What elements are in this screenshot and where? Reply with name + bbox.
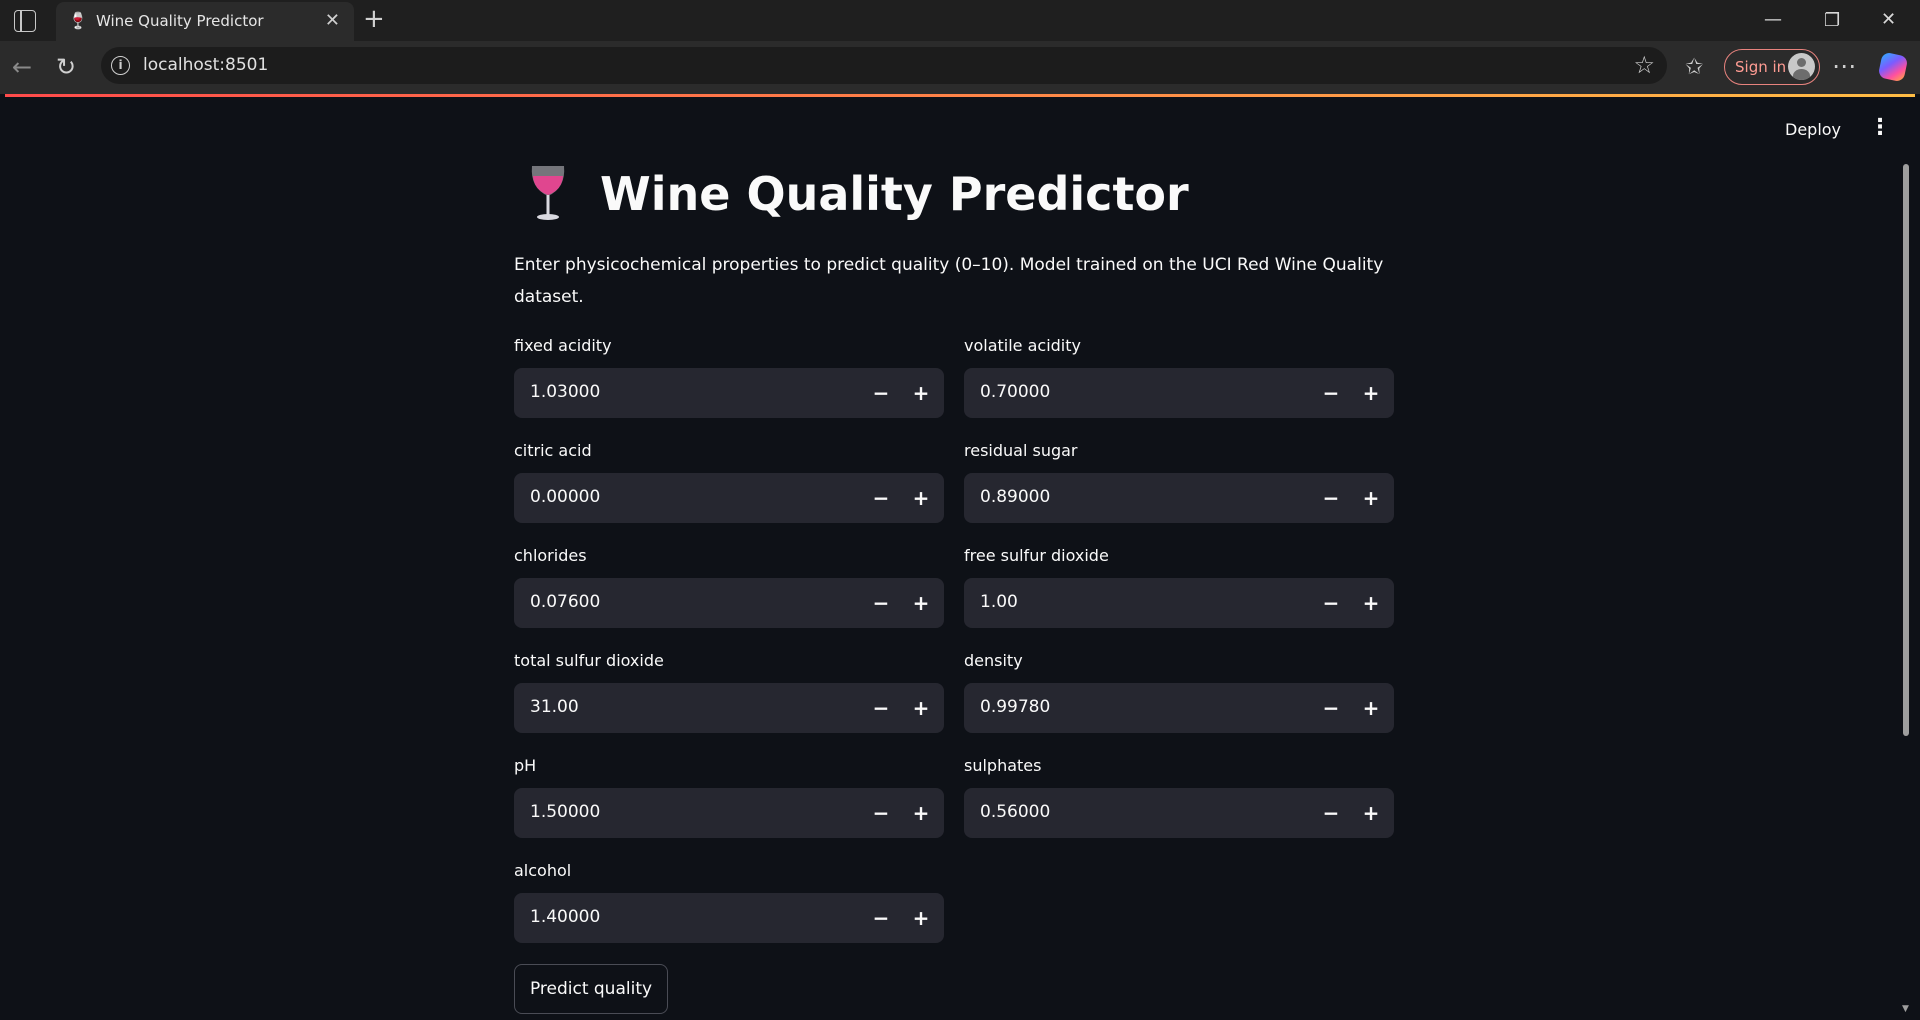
close-window-icon[interactable]: ✕ bbox=[1881, 8, 1896, 32]
decrement-button[interactable]: − bbox=[1316, 378, 1346, 408]
increment-button[interactable]: + bbox=[1356, 798, 1386, 828]
browser-tab[interactable]: 🍷 Wine Quality Predictor ✕ bbox=[56, 2, 354, 41]
page-description: Enter physicochemical properties to pred… bbox=[514, 255, 1384, 307]
number-input[interactable]: 0.89000 − + bbox=[964, 473, 1394, 523]
field-label: pH bbox=[514, 756, 537, 775]
number-input-value[interactable]: 1.03000 bbox=[530, 382, 600, 402]
url-text[interactable]: localhost:8501 bbox=[143, 55, 268, 75]
wine-glass-icon bbox=[531, 166, 565, 220]
info-icon[interactable]: i bbox=[111, 56, 130, 75]
back-icon[interactable]: ← bbox=[12, 53, 32, 81]
increment-button[interactable]: + bbox=[906, 798, 936, 828]
number-input-value[interactable]: 1.50000 bbox=[530, 802, 600, 822]
field-total-sulfur-dioxide: total sulfur dioxide 31.00 − + bbox=[514, 650, 944, 733]
sign-in-label: Sign in bbox=[1735, 58, 1787, 76]
browser-titlebar: 🍷 Wine Quality Predictor ✕ + — ❐ ✕ bbox=[0, 0, 1920, 41]
number-input-value[interactable]: 0.99780 bbox=[980, 697, 1050, 717]
address-bar[interactable]: i localhost:8501 ☆ bbox=[101, 47, 1667, 84]
increment-button[interactable]: + bbox=[1356, 588, 1386, 618]
number-input[interactable]: 0.00000 − + bbox=[514, 473, 944, 523]
number-input-value[interactable]: 0.00000 bbox=[530, 487, 600, 507]
field-density: density 0.99780 − + bbox=[964, 650, 1394, 733]
copilot-icon[interactable] bbox=[1877, 51, 1909, 83]
decrement-button[interactable]: − bbox=[1316, 798, 1346, 828]
increment-button[interactable]: + bbox=[906, 588, 936, 618]
number-input[interactable]: 0.56000 − + bbox=[964, 788, 1394, 838]
increment-button[interactable]: + bbox=[906, 903, 936, 933]
reload-icon[interactable]: ↻ bbox=[56, 53, 76, 81]
decrement-button[interactable]: − bbox=[866, 378, 896, 408]
field-sulphates: sulphates 0.56000 − + bbox=[964, 755, 1394, 838]
decrement-button[interactable]: − bbox=[1316, 483, 1346, 513]
number-input-value[interactable]: 31.00 bbox=[530, 697, 579, 717]
field-label: free sulfur dioxide bbox=[964, 546, 1109, 565]
decrement-button[interactable]: − bbox=[866, 588, 896, 618]
page-title: Wine Quality Predictor bbox=[600, 167, 1189, 221]
field-ph: pH 1.50000 − + bbox=[514, 755, 944, 838]
number-input[interactable]: 1.03000 − + bbox=[514, 368, 944, 418]
deploy-button[interactable]: Deploy bbox=[1785, 120, 1841, 139]
number-input-value[interactable]: 0.89000 bbox=[980, 487, 1050, 507]
field-label: volatile acidity bbox=[964, 336, 1081, 355]
number-input[interactable]: 0.70000 − + bbox=[964, 368, 1394, 418]
increment-button[interactable]: + bbox=[1356, 483, 1386, 513]
field-label: fixed acidity bbox=[514, 336, 612, 355]
sidebar-toggle-icon[interactable] bbox=[14, 10, 36, 32]
increment-button[interactable]: + bbox=[1356, 378, 1386, 408]
number-input-value[interactable]: 0.07600 bbox=[530, 592, 600, 612]
field-fixed-acidity: fixed acidity 1.03000 − + bbox=[514, 335, 944, 418]
more-icon[interactable]: ⋯ bbox=[1832, 52, 1856, 80]
new-tab-icon[interactable]: + bbox=[363, 4, 385, 34]
field-alcohol: alcohol 1.40000 − + bbox=[514, 860, 944, 943]
predict-quality-button[interactable]: Predict quality bbox=[514, 964, 668, 1014]
increment-button[interactable]: + bbox=[906, 693, 936, 723]
restore-icon[interactable]: ❐ bbox=[1824, 9, 1840, 33]
close-tab-icon[interactable]: ✕ bbox=[325, 10, 340, 32]
field-free-sulfur-dioxide: free sulfur dioxide 1.00 − + bbox=[964, 545, 1394, 628]
field-citric-acid: citric acid 0.00000 − + bbox=[514, 440, 944, 523]
number-input[interactable]: 0.99780 − + bbox=[964, 683, 1394, 733]
main-content: Wine Quality Predictor Enter physicochem… bbox=[514, 94, 1394, 1020]
browser-toolbar: ← ↻ i localhost:8501 ☆ ✩ Sign in ⋯ bbox=[0, 41, 1920, 94]
star-icon[interactable]: ☆ bbox=[1633, 51, 1655, 79]
favorites-icon[interactable]: ✩ bbox=[1685, 56, 1703, 80]
avatar bbox=[1788, 53, 1815, 80]
number-input[interactable]: 1.50000 − + bbox=[514, 788, 944, 838]
number-input[interactable]: 31.00 − + bbox=[514, 683, 944, 733]
minimize-icon[interactable]: — bbox=[1764, 8, 1782, 32]
number-input-value[interactable]: 1.00 bbox=[980, 592, 1018, 612]
field-label: residual sugar bbox=[964, 441, 1078, 460]
number-input[interactable]: 1.40000 − + bbox=[514, 893, 944, 943]
field-label: sulphates bbox=[964, 756, 1042, 775]
decrement-button[interactable]: − bbox=[1316, 588, 1346, 618]
field-volatile-acidity: volatile acidity 0.70000 − + bbox=[964, 335, 1394, 418]
scroll-down-icon[interactable]: ▼ bbox=[1902, 1004, 1909, 1014]
decrement-button[interactable]: − bbox=[866, 693, 896, 723]
field-label: chlorides bbox=[514, 546, 587, 565]
decrement-button[interactable]: − bbox=[866, 903, 896, 933]
number-input-value[interactable]: 0.56000 bbox=[980, 802, 1050, 822]
field-label: citric acid bbox=[514, 441, 592, 460]
tab-title: Wine Quality Predictor bbox=[96, 12, 264, 30]
increment-button[interactable]: + bbox=[906, 378, 936, 408]
number-input-value[interactable]: 1.40000 bbox=[530, 907, 600, 927]
increment-button[interactable]: + bbox=[906, 483, 936, 513]
increment-button[interactable]: + bbox=[1356, 693, 1386, 723]
number-input-value[interactable]: 0.70000 bbox=[980, 382, 1050, 402]
wine-glass-icon: 🍷 bbox=[68, 11, 88, 30]
field-label: alcohol bbox=[514, 861, 572, 880]
decrement-button[interactable]: − bbox=[866, 483, 896, 513]
decrement-button[interactable]: − bbox=[866, 798, 896, 828]
field-residual-sugar: residual sugar 0.89000 − + bbox=[964, 440, 1394, 523]
field-chlorides: chlorides 0.07600 − + bbox=[514, 545, 944, 628]
decrement-button[interactable]: − bbox=[1316, 693, 1346, 723]
field-label: density bbox=[964, 651, 1023, 670]
field-label: total sulfur dioxide bbox=[514, 651, 664, 670]
sign-in-button[interactable]: Sign in bbox=[1724, 49, 1820, 85]
number-input[interactable]: 0.07600 − + bbox=[514, 578, 944, 628]
scrollbar[interactable] bbox=[1903, 164, 1909, 736]
kebab-menu-icon[interactable]: ⋮ bbox=[1869, 116, 1891, 140]
number-input[interactable]: 1.00 − + bbox=[964, 578, 1394, 628]
app-viewport: Deploy ⋮ ▼ Wine Quality Predictor Enter … bbox=[5, 94, 1915, 1020]
